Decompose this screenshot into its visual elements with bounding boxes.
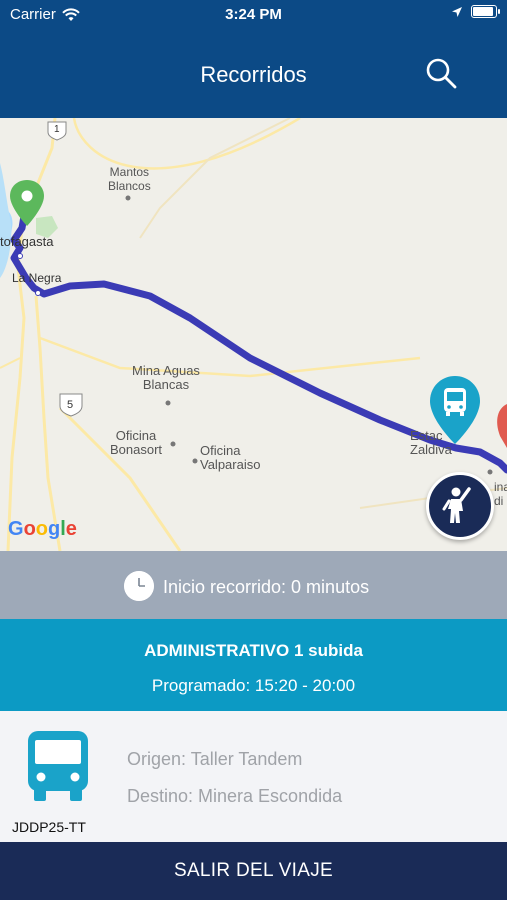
map-label-bonasort: Oficina Bonasort <box>110 428 163 457</box>
exit-trip-button[interactable]: SALIR DEL VIAJE <box>0 842 507 900</box>
status-bar: Carrier 3:24 PM <box>0 0 507 30</box>
status-right <box>451 5 500 18</box>
status-time: 3:24 PM <box>225 6 282 23</box>
trip-destination: Destino: Minera Escondida <box>127 786 343 806</box>
map-label-lanegra: La Negra <box>12 271 62 285</box>
bus-plate: JDDP25-TT <box>12 819 86 835</box>
map-label-antofagasta: tofagasta <box>0 234 54 249</box>
route-shield-5-label: 5 <box>67 399 74 411</box>
trip-start-bar: Inicio recorrido: 0 minutos <box>0 551 507 619</box>
map-label-valparaiso: Oficina Valparaiso <box>200 443 261 472</box>
route-info-bar: ADMINISTRATIVO 1 subida Programado: 15:2… <box>0 619 507 711</box>
map-label-mina-aguas: Mina Aguas Blancas <box>132 363 200 392</box>
bus-icon <box>28 731 88 801</box>
search-icon[interactable] <box>424 56 458 90</box>
battery-icon <box>471 5 500 18</box>
trip-details: JDDP25-TT Origen: Taller Tandem Destino:… <box>0 711 507 842</box>
hail-bus-button[interactable] <box>426 472 494 540</box>
route-schedule: Programado: 15:20 - 20:00 <box>151 676 356 695</box>
route-name: ADMINISTRATIVO 1 subida <box>144 641 363 660</box>
clock-icon <box>124 571 154 601</box>
person-waving-icon <box>442 487 471 523</box>
google-logo: Google <box>8 518 77 540</box>
location-arrow-icon <box>452 6 462 17</box>
route-shield-1-label: 1 <box>54 124 60 135</box>
map-label-mantos: Mantos Blancos <box>108 165 151 193</box>
nav-bar: Recorridos <box>0 30 507 118</box>
map-label-estacion: Estac Zaldiva <box>410 428 452 457</box>
map-label-mina: ina di <box>494 480 507 508</box>
trip-start-text: Inicio recorrido: 0 minutos <box>163 577 370 597</box>
trip-origin: Origen: Taller Tandem <box>127 749 303 769</box>
